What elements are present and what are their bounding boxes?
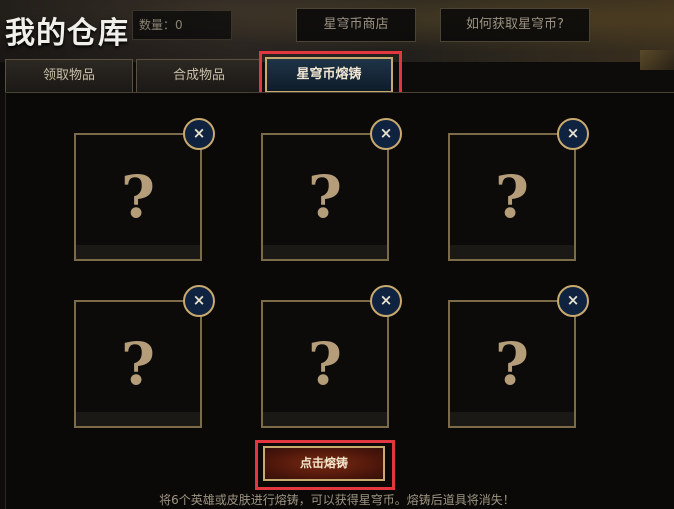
currency-count: 数量：0: [132, 10, 232, 40]
shop-button[interactable]: 星穹币商店: [296, 8, 416, 42]
page-title: 我的仓库: [5, 16, 129, 51]
question-mark-icon: ?: [121, 330, 155, 398]
item-slot[interactable]: ?: [448, 300, 576, 428]
slot-footer: [76, 412, 200, 426]
remove-slot-button[interactable]: ×: [557, 285, 589, 317]
remove-slot-button[interactable]: ×: [370, 285, 402, 317]
slot-footer: [450, 245, 574, 259]
remove-slot-button[interactable]: ×: [183, 285, 215, 317]
tab-claim-items[interactable]: 领取物品: [5, 59, 133, 93]
how-to-get-button[interactable]: 如何获取星穹币?: [440, 8, 590, 42]
item-slot[interactable]: ?: [261, 133, 389, 261]
item-slot[interactable]: ?: [74, 133, 202, 261]
question-mark-icon: ?: [308, 330, 342, 398]
remove-slot-button[interactable]: ×: [183, 118, 215, 150]
slot-footer: [450, 412, 574, 426]
item-slot[interactable]: ?: [261, 300, 389, 428]
slot-footer: [263, 412, 387, 426]
question-mark-icon: ?: [495, 163, 529, 231]
smelt-hint-text: 将6个英雄或皮肤进行熔铸，可以获得星穹币。熔铸后道具将消失！: [159, 493, 515, 507]
app-root: 数量：0 我的仓库 星穹币商店 如何获取星穹币? 领取物品 合成物品 星穹币熔铸…: [0, 0, 674, 509]
remove-slot-button[interactable]: ×: [557, 118, 589, 150]
header-decoration: [640, 50, 674, 70]
tab-craft-items[interactable]: 合成物品: [136, 59, 262, 93]
item-slot[interactable]: ?: [448, 133, 576, 261]
item-slot[interactable]: ?: [74, 300, 202, 428]
question-mark-icon: ?: [308, 163, 342, 231]
tab-star-coin-smelt[interactable]: 星穹币熔铸: [265, 57, 393, 93]
smelt-button[interactable]: 点击熔铸: [263, 446, 385, 481]
slot-footer: [76, 245, 200, 259]
slot-footer: [263, 245, 387, 259]
question-mark-icon: ?: [495, 330, 529, 398]
remove-slot-button[interactable]: ×: [370, 118, 402, 150]
question-mark-icon: ?: [121, 163, 155, 231]
